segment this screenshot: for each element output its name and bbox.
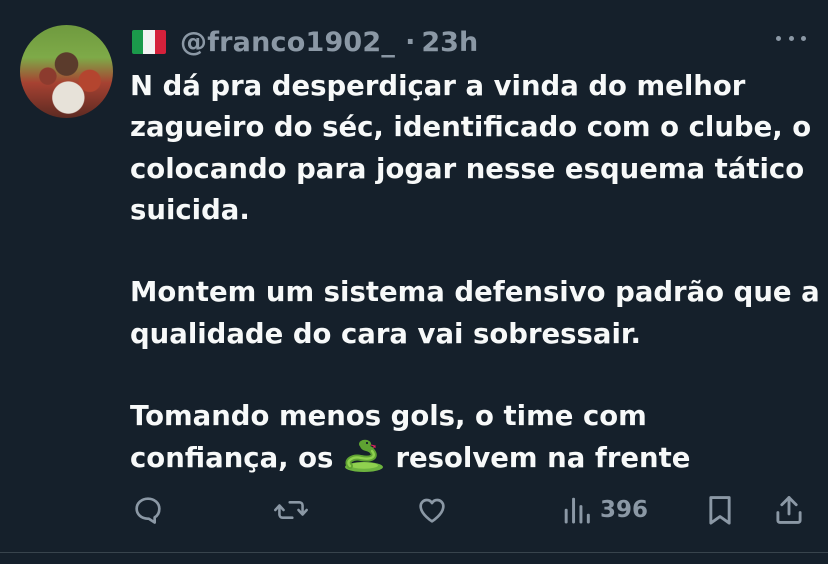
more-options-icon[interactable]	[776, 28, 806, 48]
post-line: Montem um sistema defensivo padrão que a	[130, 276, 820, 309]
snake-emoji-icon	[345, 439, 384, 472]
post-text-fragment: resolvem na frente	[395, 441, 691, 474]
post-paragraph-1: N dá pra desperdiçar a vinda do melhor z…	[130, 66, 820, 231]
heart-icon	[419, 498, 445, 523]
views-chart-icon	[564, 497, 590, 524]
retweet-icon	[274, 501, 308, 519]
post-line: suicida.	[130, 193, 250, 226]
italy-flag-icon	[132, 30, 166, 54]
action-bar: 396	[130, 490, 810, 530]
views-button[interactable]: 396	[562, 490, 648, 530]
post-text-fragment: confiança, os	[130, 441, 334, 474]
views-count: 396	[600, 497, 649, 523]
post-divider	[0, 552, 828, 553]
post-line: Tomando menos gols, o time com	[130, 400, 647, 433]
avatar[interactable]	[20, 25, 113, 118]
retweet-button[interactable]	[273, 490, 309, 530]
like-button[interactable]	[415, 490, 449, 530]
post-line-with-emoji: confiança, os resolvem na frente	[130, 438, 820, 479]
post-paragraph-3: Tomando menos gols, o time com confiança…	[130, 396, 820, 479]
bookmark-icon	[709, 496, 731, 525]
bookmark-button[interactable]	[704, 490, 736, 530]
post-line: N dá pra desperdiçar a vinda do melhor	[130, 70, 746, 102]
post-line: qualidade do cara vai sobressair.	[130, 317, 641, 350]
share-button[interactable]	[773, 490, 805, 530]
reply-button[interactable]	[132, 490, 164, 530]
author-handle[interactable]: @franco1902_	[180, 27, 395, 58]
post-text: N dá pra desperdiçar a vinda do melhor z…	[130, 66, 820, 479]
post-header: @franco1902_ · 23h	[132, 24, 478, 60]
reply-icon	[135, 497, 161, 524]
post-timestamp[interactable]: 23h	[421, 27, 478, 58]
post-line: colocando para jogar nesse esquema tátic…	[130, 152, 805, 185]
share-icon	[776, 496, 802, 524]
separator-dot: ·	[405, 26, 416, 58]
post-paragraph-2: Montem um sistema defensivo padrão que a…	[130, 272, 820, 355]
post-line: zagueiro do séc, identificado com o club…	[130, 111, 812, 144]
